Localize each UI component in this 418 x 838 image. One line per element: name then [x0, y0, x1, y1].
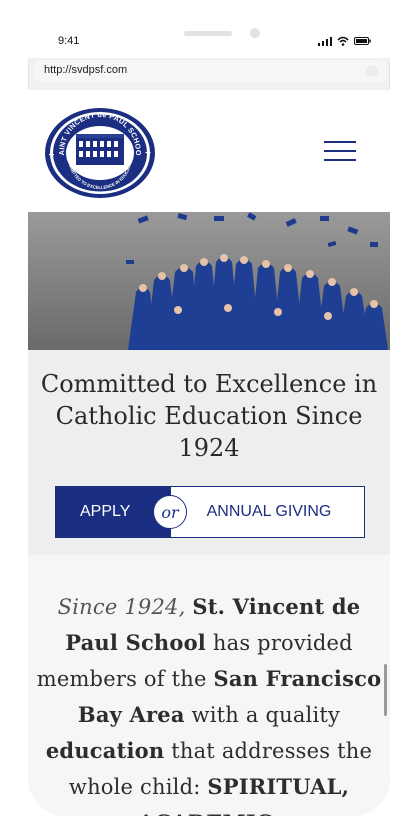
- intro-text-2: with a quality: [184, 703, 341, 727]
- speaker: [184, 31, 232, 36]
- annual-giving-button[interactable]: ANNUAL GIVING: [174, 487, 364, 537]
- hero-tagline-section: Committed to Excellence in Catholic Educ…: [28, 350, 390, 555]
- cellular-signal-icon: [318, 37, 332, 46]
- url-text: http://svdpsf.com: [44, 64, 128, 76]
- intro-paragraph: Since 1924, St. Vincent de Paul School h…: [28, 589, 390, 816]
- intro-since: Since 1924,: [57, 595, 186, 619]
- notch: [125, 26, 293, 52]
- wifi-icon: [337, 36, 349, 46]
- phone-frame: 9:41 http://svdpsf.com AINT VINCENT de P…: [28, 26, 390, 816]
- status-time: 9:41: [58, 35, 80, 47]
- site-header: SAINT VINCENT de PAUL SCHOOL COMMITTED T…: [28, 90, 390, 212]
- reload-icon[interactable]: [366, 65, 378, 77]
- hamburger-menu-icon[interactable]: [324, 141, 356, 161]
- or-divider: or: [153, 495, 187, 529]
- battery-icon: [354, 37, 371, 45]
- scrollbar[interactable]: [384, 664, 387, 716]
- cta-button-group: APPLY ANNUAL GIVING or: [55, 486, 365, 538]
- camera: [250, 28, 260, 38]
- address-bar[interactable]: http://svdpsf.com: [34, 60, 386, 82]
- school-logo[interactable]: SAINT VINCENT de PAUL SCHOOL COMMITTED T…: [44, 107, 156, 199]
- hero-graduation-photo: [28, 212, 390, 350]
- status-bar: 9:41: [28, 26, 390, 58]
- hero-tagline: Committed to Excellence in Catholic Educ…: [40, 370, 378, 462]
- intro-section: Since 1924, St. Vincent de Paul School h…: [28, 555, 390, 816]
- intro-education: education: [45, 738, 165, 763]
